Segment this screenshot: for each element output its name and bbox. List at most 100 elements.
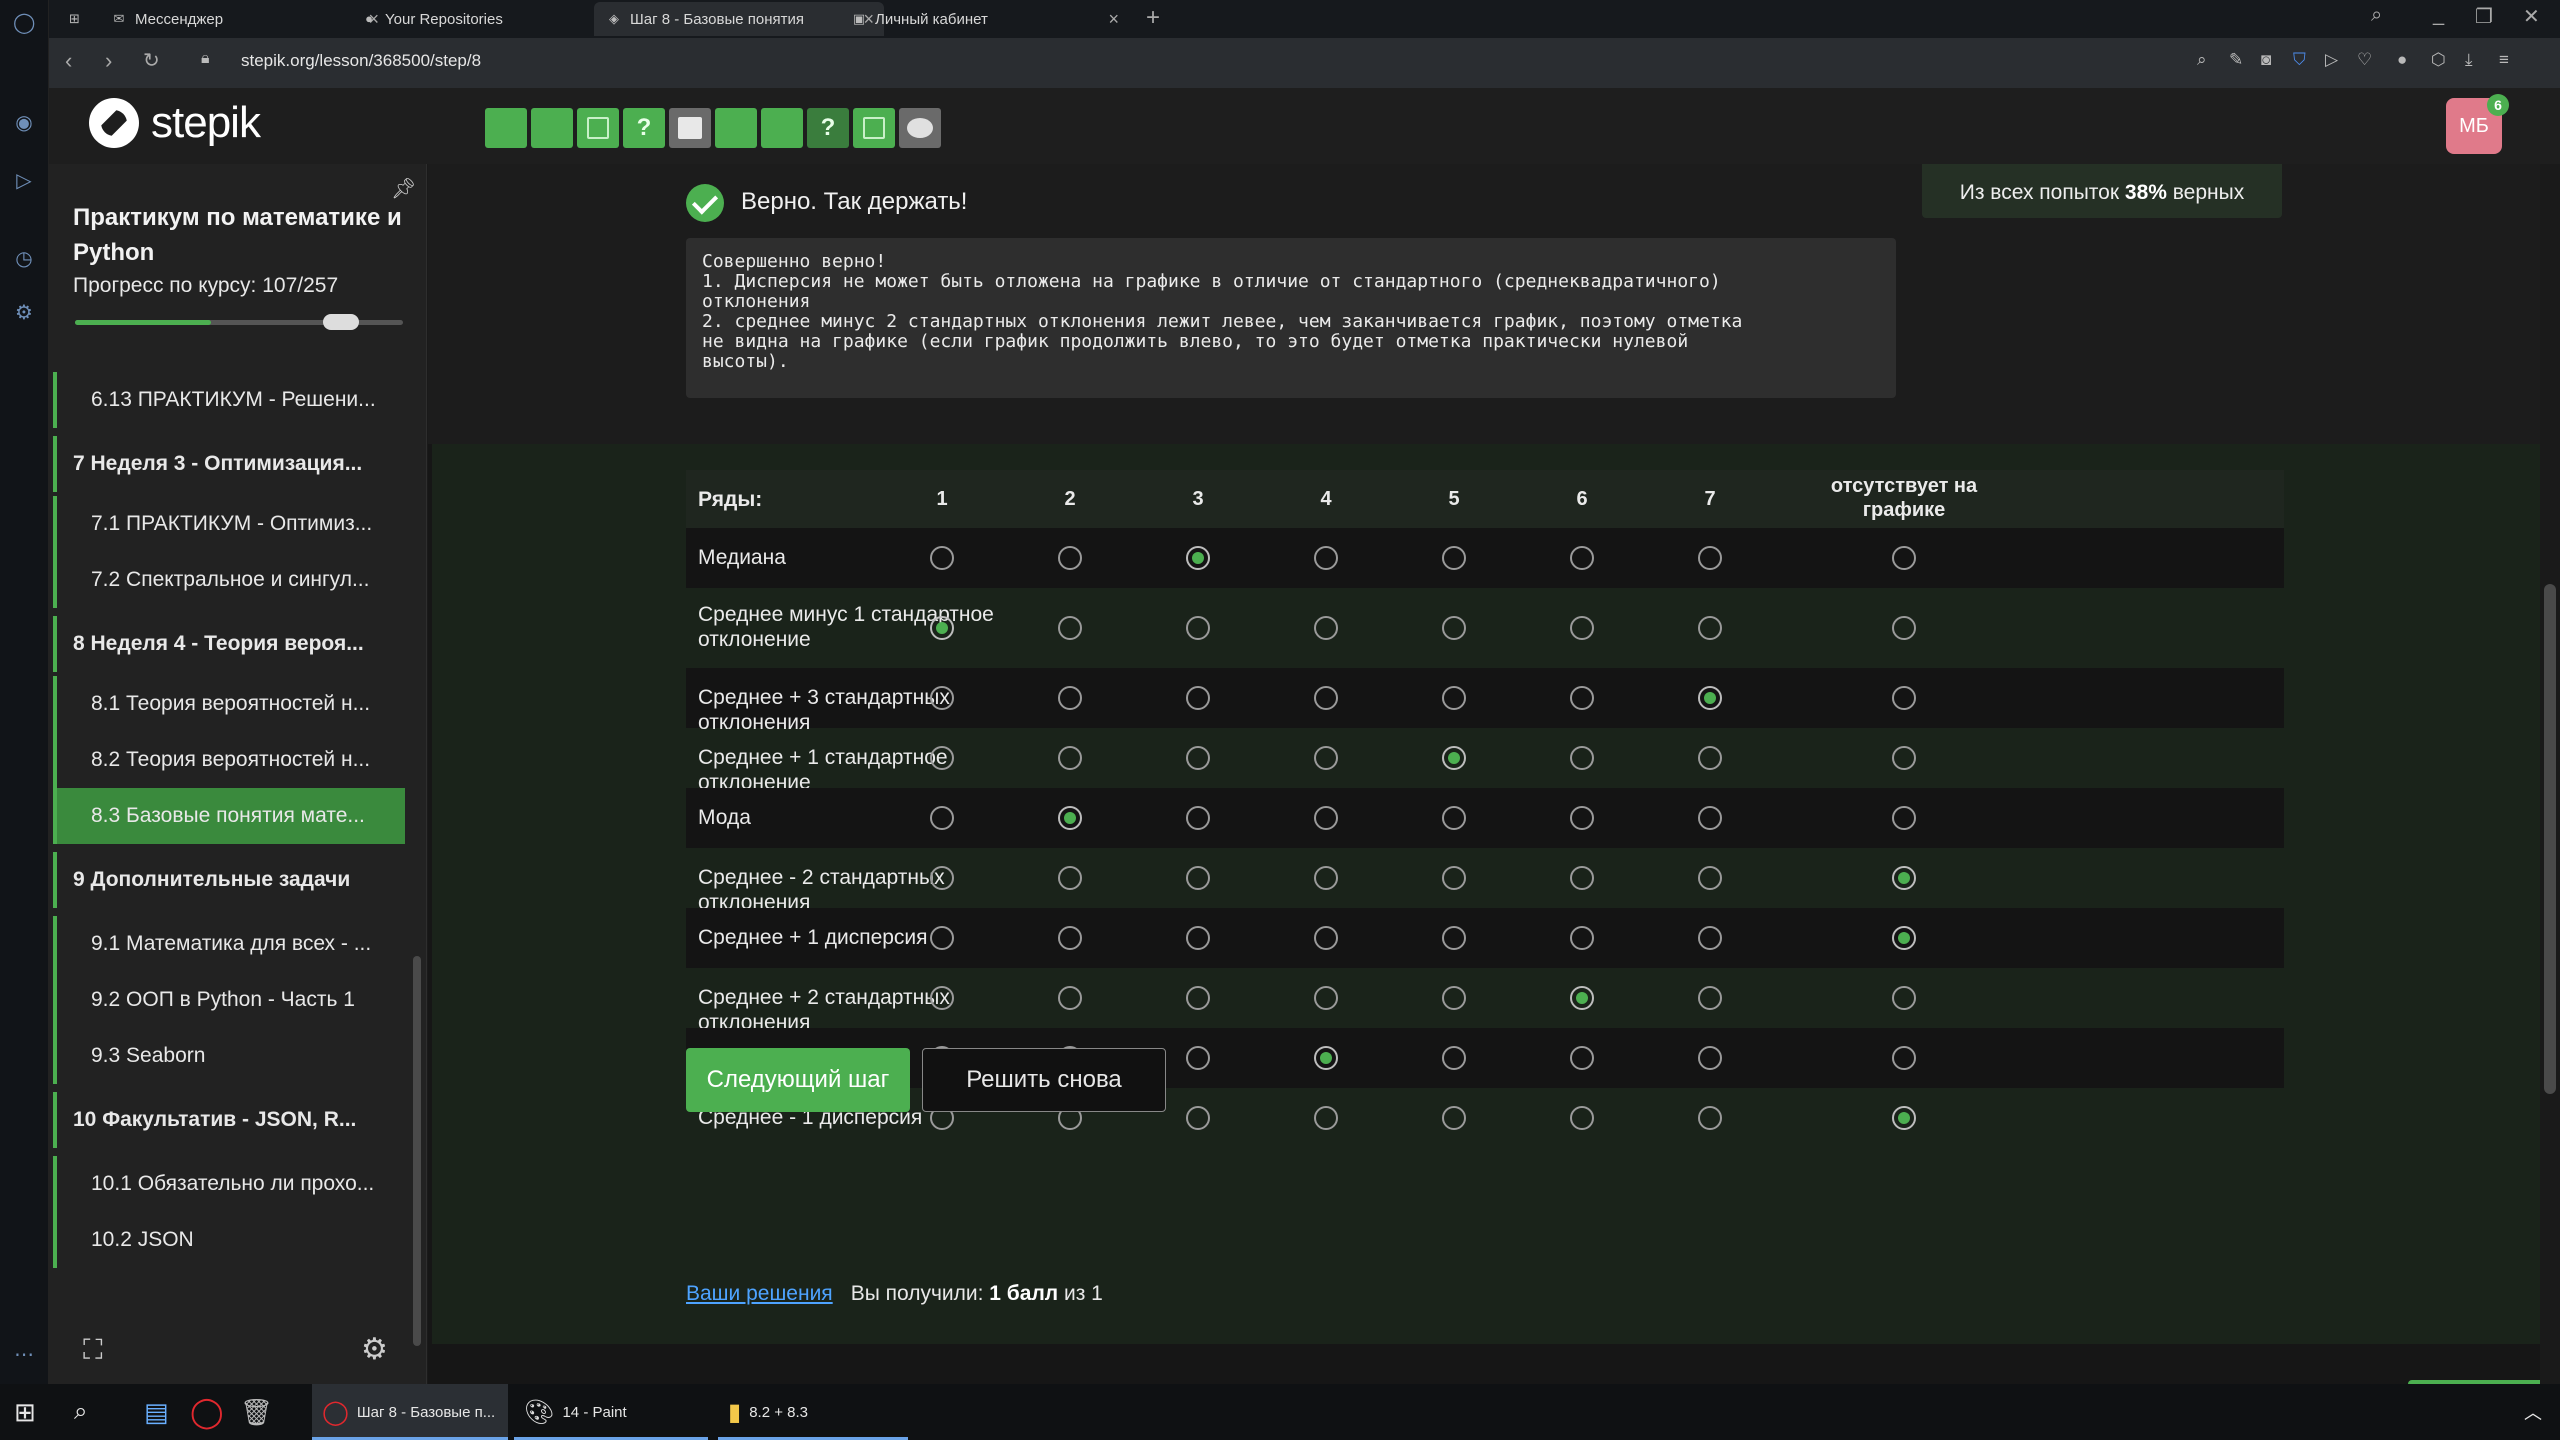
radio-selected[interactable]: [1570, 986, 1594, 1010]
window-close-icon[interactable]: ✕: [2523, 4, 2540, 29]
step-10[interactable]: [899, 108, 941, 148]
radio-option[interactable]: [1314, 866, 1338, 890]
vk-icon[interactable]: ●: [2397, 50, 2407, 70]
radio-option[interactable]: [1570, 866, 1594, 890]
toc-module[interactable]: 8 Неделя 4 - Теория вероя...: [53, 616, 405, 672]
radio-option[interactable]: [1186, 1106, 1210, 1130]
scroll-thumb[interactable]: [2544, 584, 2556, 1094]
step-9[interactable]: [853, 108, 895, 148]
player-icon[interactable]: ◉: [13, 112, 35, 134]
menu-icon[interactable]: ≡: [2499, 50, 2509, 70]
toc-lesson[interactable]: 10.2 JSON: [53, 1212, 405, 1268]
radio-option[interactable]: [1570, 746, 1594, 770]
radio-selected[interactable]: [1442, 746, 1466, 770]
radio-selected[interactable]: [1698, 686, 1722, 710]
radio-option[interactable]: [1442, 986, 1466, 1010]
radio-option[interactable]: [1570, 926, 1594, 950]
toc-module[interactable]: 10 Факультатив - JSON, R...: [53, 1092, 405, 1148]
radio-option[interactable]: [1058, 746, 1082, 770]
restore-icon[interactable]: ❐: [2475, 4, 2493, 29]
radio-option[interactable]: [1698, 1106, 1722, 1130]
send-icon[interactable]: ▷: [13, 170, 35, 192]
taskbar-folder-window[interactable]: ▮ 8.2 + 8.3: [718, 1384, 908, 1440]
radio-option[interactable]: [1892, 806, 1916, 830]
taskbar-paint-window[interactable]: 🎨︎ 14 - Paint: [514, 1384, 708, 1440]
radio-option[interactable]: [930, 986, 954, 1010]
toc-module[interactable]: 7 Неделя 3 - Оптимизация...: [53, 436, 405, 492]
radio-option[interactable]: [1058, 926, 1082, 950]
radio-option[interactable]: [1442, 616, 1466, 640]
radio-option[interactable]: [1186, 926, 1210, 950]
radio-option[interactable]: [1698, 616, 1722, 640]
radio-option[interactable]: [930, 926, 954, 950]
search-tabs-icon[interactable]: ⌕: [2371, 4, 2382, 27]
radio-selected[interactable]: [930, 616, 954, 640]
toc-lesson[interactable]: 10.1 Обязательно ли прохо...: [53, 1156, 405, 1212]
radio-option[interactable]: [1570, 1046, 1594, 1070]
shield-icon[interactable]: ⛉: [2293, 50, 2306, 70]
radio-option[interactable]: [1314, 1106, 1338, 1130]
radio-option[interactable]: [1186, 616, 1210, 640]
fullscreen-icon[interactable]: ⛶: [83, 1334, 103, 1367]
radio-selected[interactable]: [1892, 1106, 1916, 1130]
radio-option[interactable]: [1442, 866, 1466, 890]
radio-option[interactable]: [930, 746, 954, 770]
step-1[interactable]: [485, 108, 527, 148]
radio-option[interactable]: [1442, 926, 1466, 950]
step-4[interactable]: ?: [623, 108, 665, 148]
radio-option[interactable]: [1186, 866, 1210, 890]
radio-option[interactable]: [1058, 986, 1082, 1010]
minimize-icon[interactable]: _: [2433, 4, 2444, 27]
tray-chevron-icon[interactable]: ︿: [2524, 1384, 2542, 1440]
radio-option[interactable]: [1570, 616, 1594, 640]
toc-lesson[interactable]: 7.1 ПРАКТИКУМ - Оптимиз...: [53, 496, 405, 552]
next-step-button[interactable]: Следующий шаг: [686, 1048, 910, 1112]
radio-option[interactable]: [930, 866, 954, 890]
step-3[interactable]: [577, 108, 619, 148]
radio-option[interactable]: [1892, 686, 1916, 710]
toc-lesson[interactable]: 8.2 Теория вероятностей н...: [53, 732, 405, 788]
back-icon[interactable]: ‹: [65, 48, 72, 74]
tab-cabinet[interactable]: ▣ Личный кабинет ×: [839, 2, 1129, 36]
opera-menu-icon[interactable]: ◯: [13, 12, 35, 34]
step-7[interactable]: [761, 108, 803, 148]
send-icon[interactable]: ▷: [2325, 50, 2338, 70]
radio-option[interactable]: [1314, 546, 1338, 570]
pin-icon[interactable]: 📌︎: [391, 176, 416, 201]
radio-option[interactable]: [1892, 1046, 1916, 1070]
forward-icon[interactable]: ›: [105, 48, 112, 74]
radio-option[interactable]: [1058, 616, 1082, 640]
reload-icon[interactable]: ↻: [143, 48, 160, 73]
course-title[interactable]: Практикум по математике и Python: [73, 200, 413, 270]
radio-option[interactable]: [1058, 866, 1082, 890]
radio-option[interactable]: [1892, 546, 1916, 570]
edit-icon[interactable]: ✎: [2229, 50, 2243, 70]
radio-option[interactable]: [1570, 806, 1594, 830]
step-5[interactable]: [669, 108, 711, 148]
radio-option[interactable]: [1570, 1106, 1594, 1130]
gear-icon[interactable]: ⚙: [361, 1332, 388, 1367]
url-field[interactable]: stepik.org/lesson/368500/step/8: [241, 51, 481, 71]
radio-option[interactable]: [1442, 686, 1466, 710]
radio-selected[interactable]: [1892, 926, 1916, 950]
windows-start-icon[interactable]: ⊞: [14, 1384, 36, 1440]
close-icon[interactable]: ×: [1108, 9, 1119, 30]
toc-lesson[interactable]: 8.1 Теория вероятностей н...: [53, 676, 405, 732]
radio-option[interactable]: [930, 686, 954, 710]
tab-messenger[interactable]: ✉ Мессенджер ×: [99, 2, 389, 36]
search-icon[interactable]: ⌕: [74, 1384, 87, 1440]
radio-option[interactable]: [1892, 616, 1916, 640]
radio-option[interactable]: [930, 806, 954, 830]
radio-option[interactable]: [1442, 1046, 1466, 1070]
workspace-icon[interactable]: ⊞: [57, 2, 97, 36]
toc-module[interactable]: 9 Дополнительные задачи: [53, 852, 405, 908]
your-solutions-link[interactable]: Ваши решения: [686, 1282, 833, 1305]
radio-selected[interactable]: [1058, 806, 1082, 830]
recycle-bin-icon[interactable]: 🗑︎: [240, 1384, 273, 1440]
computer-icon[interactable]: ▤: [144, 1384, 169, 1440]
toc-lesson[interactable]: 8.3 Базовые понятия мате...: [53, 788, 405, 844]
camera-icon[interactable]: ◙: [2261, 50, 2271, 70]
radio-option[interactable]: [1698, 986, 1722, 1010]
stepik-logo[interactable]: stepik: [89, 98, 261, 148]
radio-option[interactable]: [1186, 686, 1210, 710]
